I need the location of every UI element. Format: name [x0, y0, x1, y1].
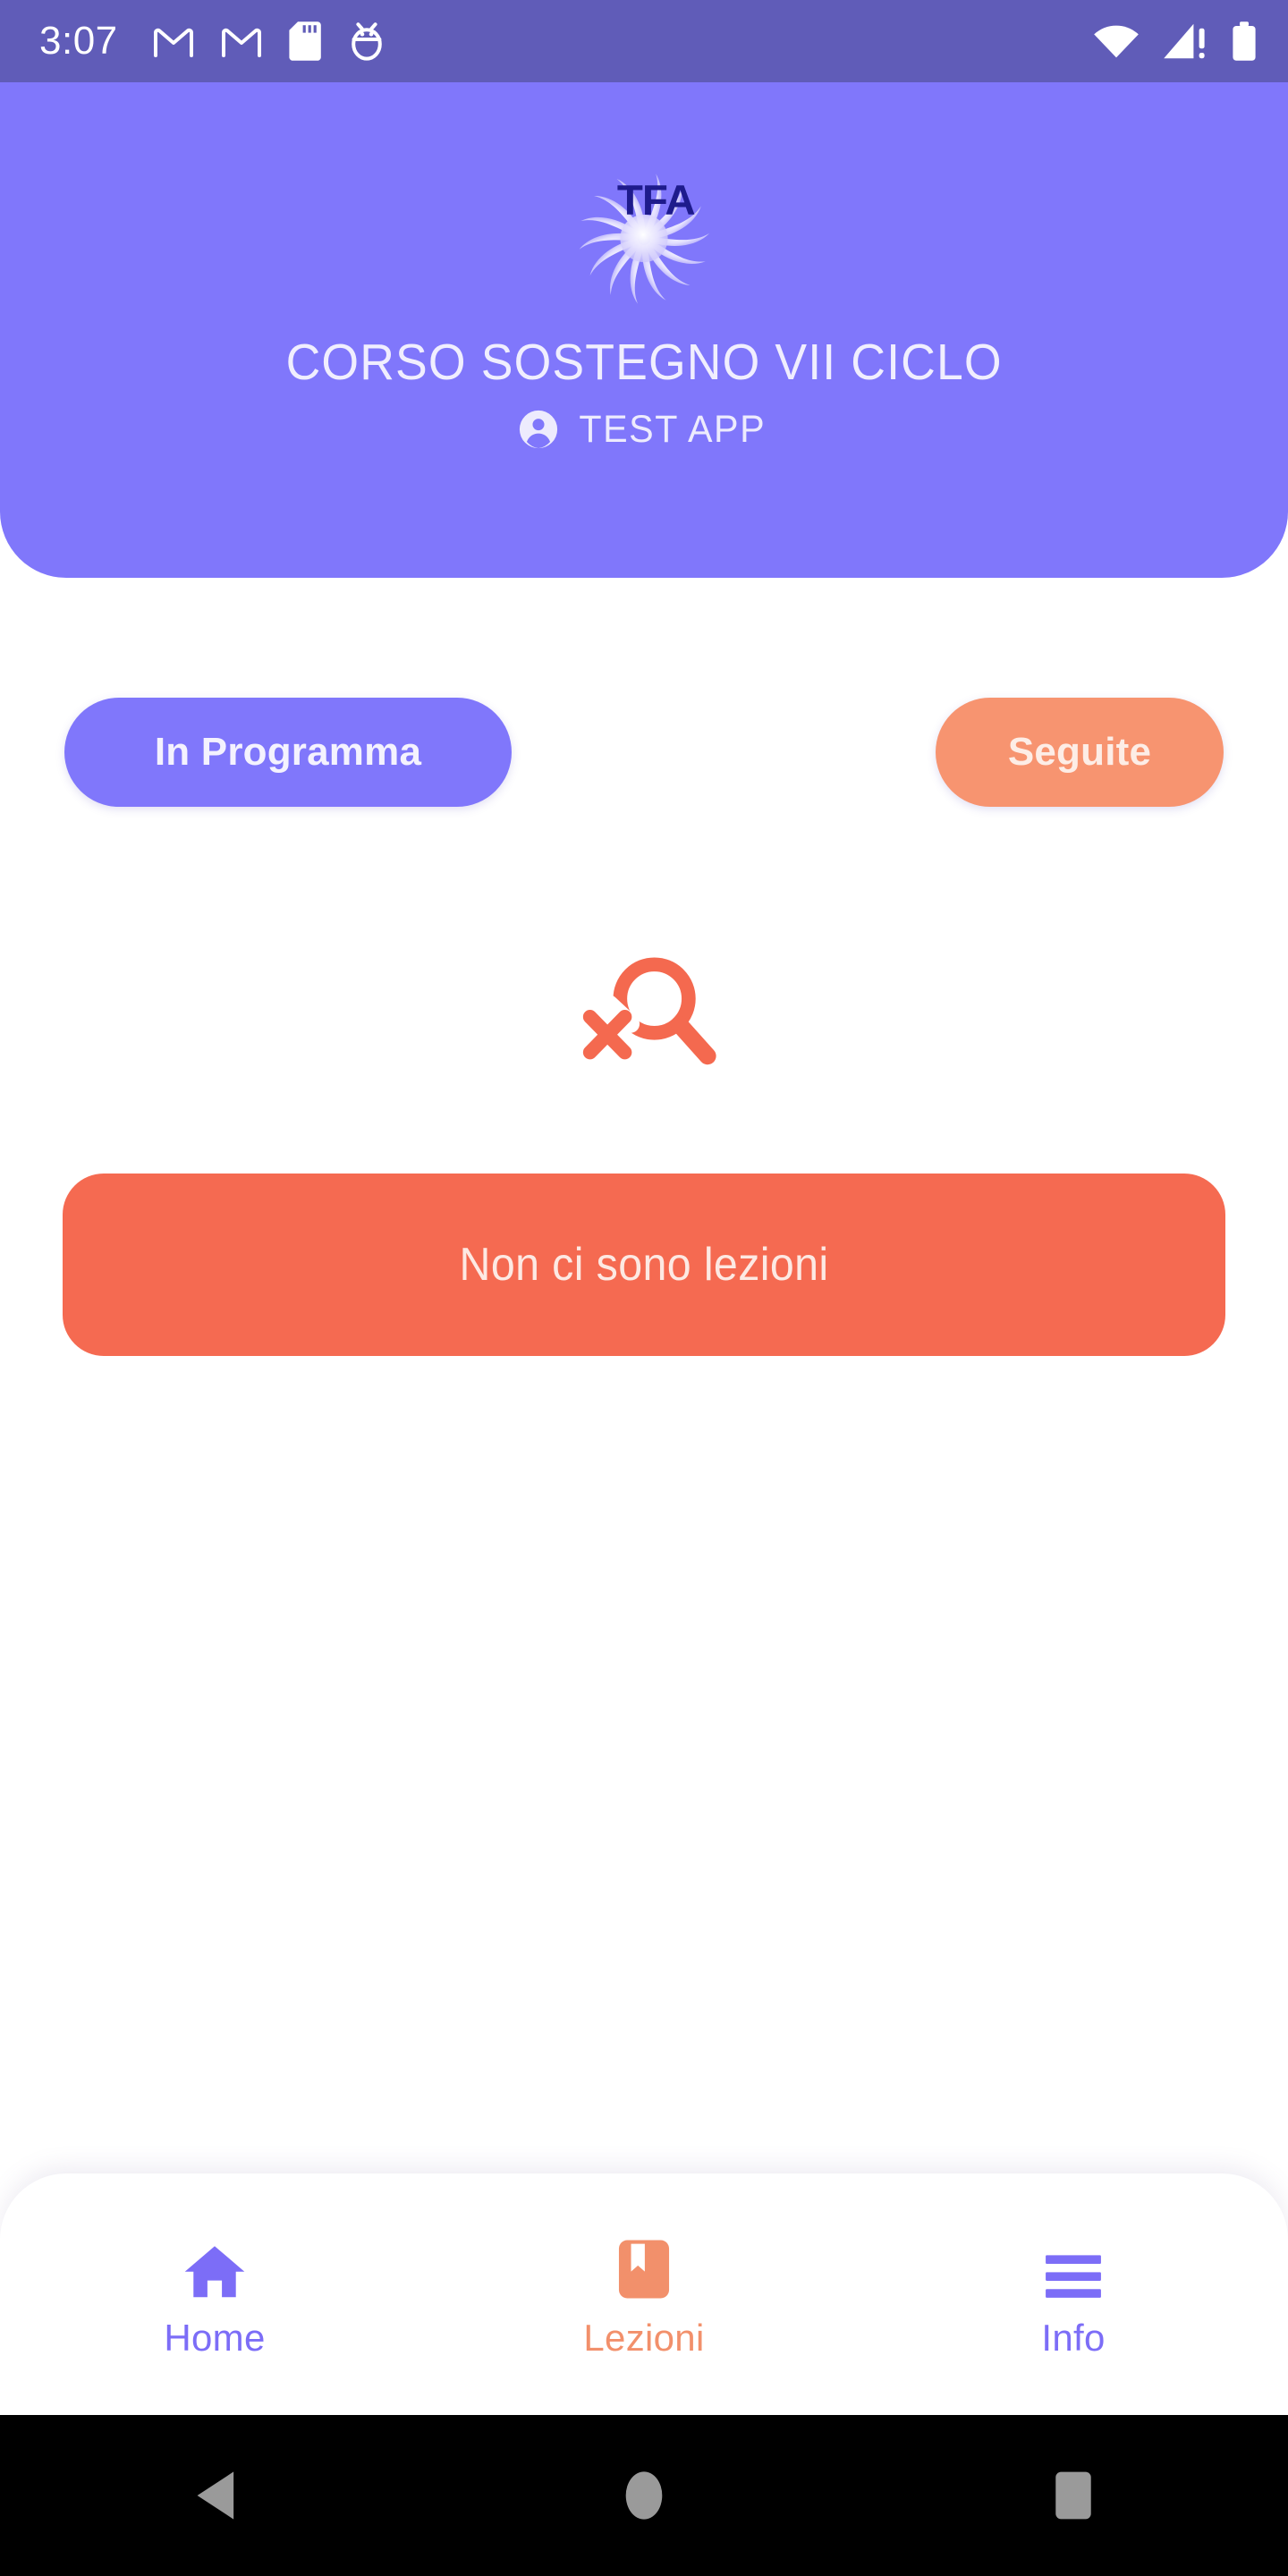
recents-square-icon [1055, 2471, 1091, 2520]
nav-label-lezioni: Lezioni [583, 2317, 705, 2359]
android-debug-icon [351, 22, 382, 61]
nav-label-info: Info [1041, 2317, 1106, 2359]
android-back-button[interactable] [116, 2415, 313, 2576]
user-label: TEST APP [579, 407, 767, 451]
app-header: TFA CORSO SOSTEGNO VII CICLO TEST APP [0, 82, 1288, 578]
nav-label-home: Home [164, 2317, 266, 2359]
bottom-navigation-bar: Home Lezioni Info [0, 2174, 1288, 2415]
status-bar: 3:07 [0, 0, 1288, 82]
logo-graphic: TFA [579, 174, 710, 304]
cellular-signal-warning-icon [1164, 23, 1205, 59]
android-system-nav [0, 2415, 1288, 2576]
filter-in-programma-button[interactable]: In Programma [64, 698, 512, 807]
nav-tab-home[interactable]: Home [0, 2174, 429, 2415]
filter-pill-row: In Programma Seguite [0, 698, 1288, 807]
app-screen: 3:07 TFA CORSO SOSTEGNO VII CICLO TEST A… [0, 0, 1288, 2576]
tfa-sun-logo: TFA [559, 147, 729, 317]
status-bar-system-icons [1093, 21, 1258, 62]
home-icon [182, 2232, 247, 2301]
page-title: CORSO SOSTEGNO VII CICLO [285, 334, 1003, 391]
empty-state-banner: Non ci sono lezioni [63, 1174, 1225, 1356]
status-bar-notification-icons [152, 21, 386, 62]
logo-text: TFA [617, 177, 696, 225]
empty-state-illustration [0, 948, 1288, 1078]
gmail-icon [153, 28, 193, 57]
nav-tab-lezioni[interactable]: Lezioni [429, 2174, 859, 2415]
account-circle-icon [520, 411, 558, 449]
bookmark-book-icon [616, 2232, 672, 2301]
wifi-icon [1094, 25, 1139, 58]
sd-card-icon [289, 21, 321, 61]
empty-state-message: Non ci sono lezioni [459, 1239, 829, 1291]
search-not-found-icon [582, 957, 716, 1065]
nav-tab-info[interactable]: Info [859, 2174, 1288, 2415]
hamburger-menu-icon [1042, 2232, 1105, 2301]
user-badge: TEST APP [518, 408, 770, 452]
android-recents-button[interactable] [975, 2415, 1172, 2576]
filter-seguite-button[interactable]: Seguite [936, 698, 1224, 807]
back-triangle-icon [197, 2471, 234, 2520]
gmail-icon [221, 28, 261, 57]
home-circle-icon [625, 2471, 663, 2520]
android-home-button[interactable] [546, 2415, 742, 2576]
battery-icon [1233, 21, 1256, 61]
status-bar-clock: 3:07 [39, 19, 118, 63]
